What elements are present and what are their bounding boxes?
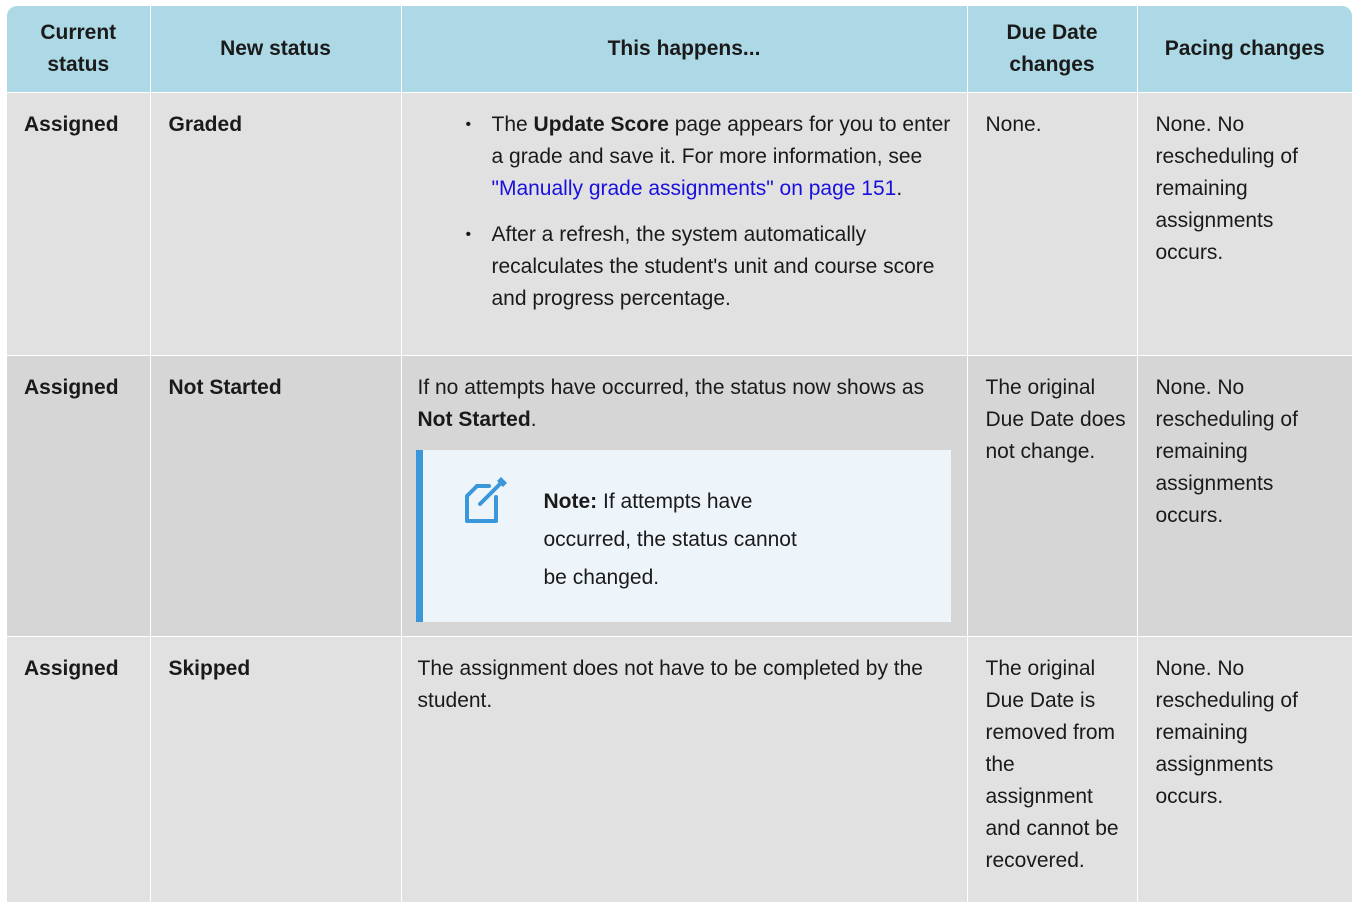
- pacing-cell: None. No rescheduling of remaining assig…: [1137, 354, 1352, 636]
- list-item: After a refresh, the system automaticall…: [466, 219, 953, 315]
- note-text: Note: If attempts have occurred, the sta…: [544, 483, 804, 597]
- table-row: Assigned Skipped The assignment does not…: [7, 635, 1352, 902]
- note-label: Note:: [543, 489, 598, 513]
- bold-term: Not Started: [417, 407, 531, 431]
- table-row: Assigned Graded The Update Score page ap…: [7, 91, 1352, 355]
- bullet-text: .: [896, 176, 903, 200]
- this-happens-cell: The Update Score page appears for you to…: [401, 91, 968, 355]
- table-row: Assigned Not Started If no attempts have…: [7, 354, 1352, 636]
- current-status-cell: Assigned: [7, 635, 151, 902]
- manual-grade-link[interactable]: "Manually grade assignments" on page 151: [492, 177, 897, 200]
- list-item: The Update Score page appears for you to…: [466, 109, 953, 205]
- new-status-cell: Graded: [150, 91, 402, 355]
- note-edit-icon: [458, 472, 512, 526]
- this-happens-cell: The assignment does not have to be compl…: [401, 635, 968, 902]
- description-text: If no attempts have occurred, the status…: [417, 375, 925, 399]
- this-happens-cell: If no attempts have occurred, the status…: [401, 354, 968, 636]
- current-status-cell: Assigned: [7, 91, 151, 355]
- header-new-status: New status: [150, 6, 402, 92]
- header-due-date-changes: Due Date changes: [967, 6, 1138, 92]
- bullet-text: The: [491, 112, 534, 136]
- new-status-cell: Skipped: [150, 635, 402, 902]
- status-change-table: Current status New status This happens..…: [7, 6, 1352, 902]
- description-text: .: [530, 407, 537, 431]
- bold-term: Update Score: [533, 112, 669, 136]
- pacing-cell: None. No rescheduling of remaining assig…: [1137, 635, 1352, 902]
- table-header-row: Current status New status This happens..…: [7, 6, 1352, 92]
- header-pacing-changes: Pacing changes: [1137, 6, 1352, 92]
- status-description: If no attempts have occurred, the status…: [418, 372, 953, 436]
- current-status-cell: Assigned: [7, 354, 151, 636]
- due-date-cell: None.: [967, 91, 1138, 355]
- bullet-list: The Update Score page appears for you to…: [418, 109, 953, 315]
- note-box: Note: If attempts have occurred, the sta…: [415, 449, 951, 622]
- new-status-cell: Not Started: [150, 354, 402, 636]
- header-this-happens: This happens...: [401, 6, 968, 92]
- pacing-cell: None. No rescheduling of remaining assig…: [1137, 91, 1352, 355]
- header-current-status: Current status: [7, 6, 151, 92]
- due-date-cell: The original Due Date is removed from th…: [967, 635, 1138, 902]
- due-date-cell: The original Due Date does not change.: [967, 354, 1138, 636]
